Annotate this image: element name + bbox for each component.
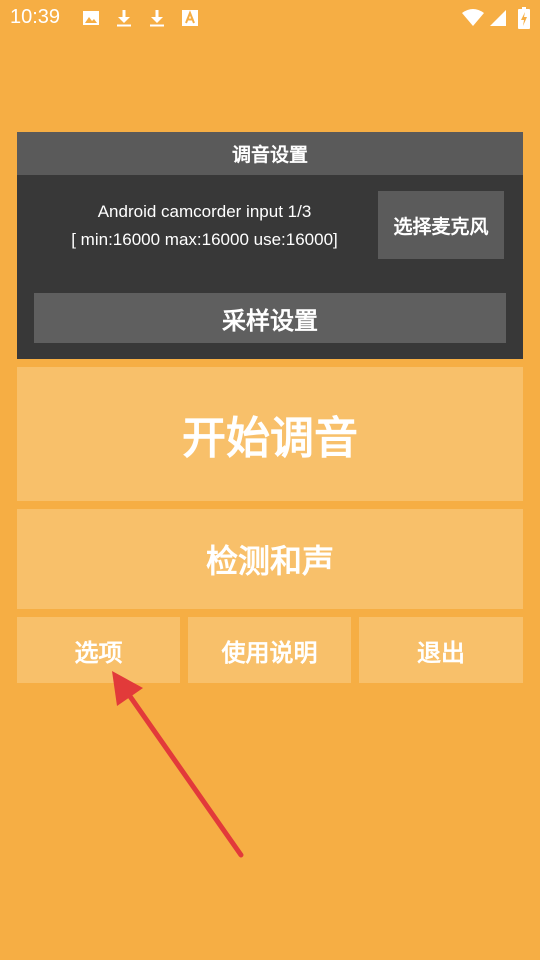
annotation-arrow-icon [112, 671, 244, 858]
